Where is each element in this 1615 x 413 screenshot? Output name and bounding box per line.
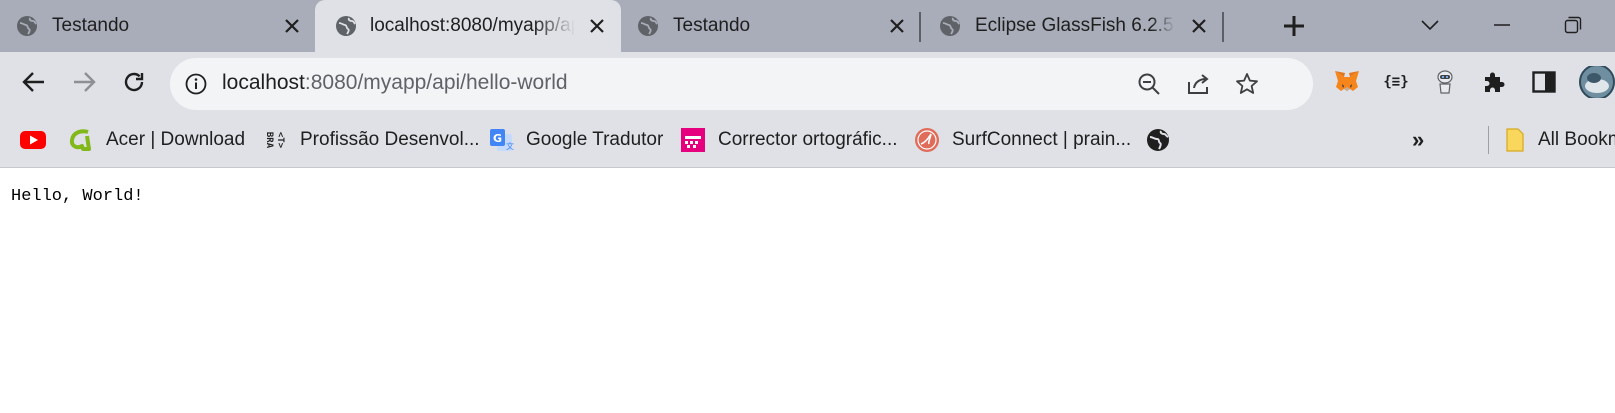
globe-icon — [335, 15, 357, 37]
all-bookmarks-label: All Bookmarks — [1538, 129, 1615, 150]
chevron-right-double-icon: » — [1412, 127, 1425, 152]
json-formatter-icon[interactable]: {≡} — [1380, 66, 1412, 98]
page-content: Hello, World! — [0, 169, 1615, 413]
tab-title: localhost:8080/myapp/api/hello-world — [370, 15, 575, 36]
new-tab-button[interactable] — [1280, 12, 1308, 40]
back-icon — [22, 72, 44, 92]
bookmark-profissao[interactable]: <T> BRA Profissão Desenvol... — [262, 124, 480, 156]
youtube-icon — [20, 127, 46, 153]
reload-icon — [124, 72, 144, 92]
tab-testando-1[interactable]: Testando — [0, 0, 312, 52]
plus-icon — [1284, 16, 1304, 36]
profile-avatar[interactable] — [1578, 66, 1615, 98]
url-text[interactable]: localhost:8080/myapp/api/hello-world — [222, 71, 568, 95]
bookmarks-overflow-button[interactable]: » — [1412, 124, 1424, 156]
side-panel-icon[interactable] — [1528, 66, 1560, 98]
browser-toolbar: localhost:8080/myapp/api/hello-world {≡} — [0, 52, 1615, 112]
globe-icon — [1145, 127, 1171, 153]
bookmark-globe[interactable] — [1145, 124, 1171, 156]
back-button[interactable] — [18, 66, 50, 98]
tab-glassfish[interactable]: Eclipse GlassFish 6.2.5 - Eclipse GlassF… — [923, 0, 1221, 52]
response-body: Hello, World! — [11, 187, 144, 206]
minimize-button[interactable] — [1487, 10, 1517, 40]
svg-text:BRA: BRA — [264, 132, 274, 149]
minimize-icon — [1494, 24, 1510, 26]
bookmark-youtube[interactable] — [20, 124, 46, 156]
corrector-icon — [680, 127, 706, 153]
tab-separator — [919, 12, 921, 42]
chevron-down-icon — [1421, 20, 1439, 31]
tab-localhost[interactable]: localhost:8080/myapp/api/hello-world — [315, 0, 621, 52]
forward-icon — [74, 72, 96, 92]
bookmark-label: Google Tradutor — [526, 129, 664, 150]
tab-separator — [1222, 12, 1224, 42]
zoom-out-icon[interactable] — [1135, 70, 1163, 98]
site-info-icon[interactable] — [184, 72, 208, 96]
bookmarks-separator — [1488, 126, 1489, 154]
surfconnect-icon — [914, 127, 940, 153]
all-bookmarks-button[interactable]: All Bookmarks — [1504, 124, 1615, 156]
bookmark-acer[interactable]: Acer | Download — [68, 124, 245, 156]
tab-testando-2[interactable]: Testando — [621, 0, 919, 52]
bookmarks-bar: Acer | Download <T> BRA Profissão Desenvo… — [0, 112, 1615, 168]
svg-text:文: 文 — [506, 141, 514, 151]
tab-title: Eclipse GlassFish 6.2.5 - Eclipse GlassF… — [975, 15, 1175, 36]
svg-text:G: G — [493, 132, 502, 145]
close-icon[interactable] — [585, 14, 609, 38]
profissao-icon: <T> BRA — [262, 127, 288, 153]
globe-icon — [939, 15, 961, 37]
globe-icon — [637, 15, 659, 37]
address-bar[interactable]: localhost:8080/myapp/api/hello-world — [170, 58, 1313, 110]
tab-title: Testando — [673, 15, 751, 36]
puzzle-icon[interactable] — [1478, 66, 1510, 98]
close-icon[interactable] — [885, 14, 909, 38]
robot-extension-icon[interactable] — [1429, 66, 1461, 98]
acer-icon — [68, 127, 94, 153]
bookmark-star-icon[interactable] — [1233, 70, 1261, 98]
folder-icon — [1504, 127, 1526, 153]
reload-button[interactable] — [118, 66, 150, 98]
close-icon[interactable] — [280, 14, 304, 38]
restore-icon — [1564, 16, 1582, 34]
metamask-icon[interactable] — [1331, 66, 1363, 98]
tab-search-button[interactable] — [1415, 10, 1445, 40]
bookmark-corrector[interactable]: Corrector ortográfic... — [680, 124, 898, 156]
bookmark-label: Acer | Download — [106, 129, 246, 150]
url-path: :8080/myapp/api/hello-world — [304, 71, 568, 94]
bookmark-label: Corrector ortográfic... — [718, 129, 898, 150]
forward-button[interactable] — [68, 66, 100, 98]
google-translate-icon: G文 — [488, 127, 514, 153]
bookmark-google-tradutor[interactable]: G文 Google Tradutor — [488, 124, 663, 156]
close-icon[interactable] — [1187, 14, 1211, 38]
bookmark-surfconnect[interactable]: SurfConnect | prain... — [914, 124, 1131, 156]
tab-strip: Testando localhost:8080/myapp/api/hello-… — [0, 0, 1615, 52]
globe-icon — [16, 15, 38, 37]
url-host: localhost — [222, 71, 305, 94]
svg-text:<T>: <T> — [275, 132, 285, 149]
bookmark-label: Profissão Desenvol... — [300, 129, 480, 150]
share-icon[interactable] — [1185, 70, 1213, 98]
restore-button[interactable] — [1558, 10, 1588, 40]
bookmark-label: SurfConnect | prain... — [952, 129, 1132, 150]
tab-title: Testando — [52, 15, 130, 36]
